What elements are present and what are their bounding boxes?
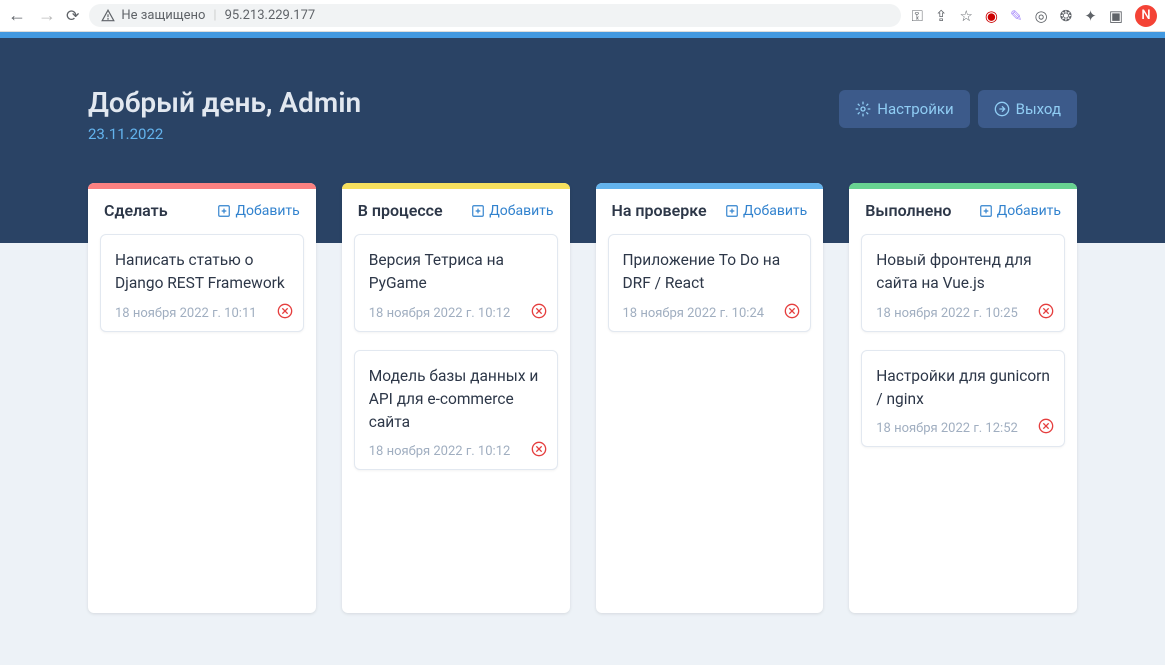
card-date: 18 ноября 2022 г. 12:52 — [876, 421, 1050, 436]
add-label: Добавить — [997, 203, 1061, 219]
profile-avatar[interactable]: N — [1135, 5, 1157, 27]
column-title: Сделать — [104, 201, 168, 220]
card-title: Настройки для gunicorn / nginx — [876, 365, 1050, 412]
nav-controls: ← → — [8, 5, 56, 26]
column-blue: На проверке Добавить Приложение To Do на D… — [596, 183, 824, 613]
back-icon[interactable]: ← — [8, 5, 26, 26]
card-date: 18 ноября 2022 г. 10:25 — [876, 306, 1050, 321]
security-warning: Не защищено — [101, 8, 205, 23]
card-title: Приложение To Do на DRF / React — [623, 249, 797, 296]
browser-chrome: ← → ⟳ Не защищено | 95.213.229.177 ⚿ ⇪ ☆… — [0, 0, 1165, 32]
reload-icon[interactable]: ⟳ — [66, 6, 79, 25]
card-title: Версия Тетриса на PyGame — [369, 249, 543, 296]
header-actions: Настройки Выход — [839, 90, 1077, 128]
add-label: Добавить — [235, 203, 299, 219]
logout-icon — [994, 101, 1010, 117]
add-label: Добавить — [489, 203, 553, 219]
camera-icon[interactable]: ◎ — [1035, 7, 1048, 25]
delete-card-button[interactable] — [1038, 303, 1054, 323]
greeting-block: Добрый день, Admin 23.11.2022 — [88, 86, 361, 143]
current-date: 23.11.2022 — [88, 125, 361, 143]
delete-card-button[interactable] — [1038, 418, 1054, 438]
security-text: Не защищено — [121, 8, 205, 23]
extensions-icon[interactable]: ✦ — [1084, 7, 1097, 25]
card-date: 18 ноября 2022 г. 10:12 — [369, 444, 543, 459]
delete-card-button[interactable] — [531, 303, 547, 323]
task-card[interactable]: Новый фронтенд для сайта на Vue.js 18 ноя… — [861, 234, 1065, 332]
forward-icon[interactable]: → — [38, 5, 56, 26]
column-green: Выполнено Добавить Новый фронтенд для сайт… — [849, 183, 1077, 613]
url-text: 95.213.229.177 — [225, 8, 316, 23]
column-header: На проверке Добавить — [596, 189, 824, 234]
extension-icons: ⚿ ⇪ ☆ ◉ ✎ ◎ ❂ ✦ ▣ N — [911, 5, 1157, 27]
card-title: Модель базы данных и API для e-commerce … — [369, 365, 543, 435]
logout-button[interactable]: Выход — [978, 90, 1077, 128]
gear-icon — [855, 101, 871, 117]
column-yellow: В процессе Добавить Версия Тетриса на PyGa… — [342, 183, 570, 613]
cards-container: Версия Тетриса на PyGame 18 ноября 2022 г… — [342, 234, 570, 482]
delete-card-button[interactable] — [277, 303, 293, 323]
add-label: Добавить — [743, 203, 807, 219]
settings-label: Настройки — [877, 100, 953, 118]
task-card[interactable]: Приложение To Do на DRF / React 18 ноября… — [608, 234, 812, 332]
add-card-button[interactable]: Добавить — [725, 203, 807, 219]
card-title: Написать статью о Django REST Framework — [115, 249, 289, 296]
card-date: 18 ноября 2022 г. 10:12 — [369, 306, 543, 321]
star-icon[interactable]: ☆ — [959, 7, 972, 25]
column-header: Выполнено Добавить — [849, 189, 1077, 234]
column-header: В процессе Добавить — [342, 189, 570, 234]
delete-card-button[interactable] — [531, 441, 547, 461]
card-date: 18 ноября 2022 г. 10:24 — [623, 306, 797, 321]
add-card-button[interactable]: Добавить — [979, 203, 1061, 219]
kanban-board: Сделать Добавить Написать статью о Django … — [0, 183, 1165, 613]
add-card-button[interactable]: Добавить — [217, 203, 299, 219]
card-date: 18 ноября 2022 г. 10:11 — [115, 306, 289, 321]
task-card[interactable]: Версия Тетриса на PyGame 18 ноября 2022 г… — [354, 234, 558, 332]
settings-button[interactable]: Настройки — [839, 90, 969, 128]
logout-label: Выход — [1016, 100, 1061, 118]
warning-icon — [101, 9, 115, 23]
add-card-button[interactable]: Добавить — [471, 203, 553, 219]
column-header: Сделать Добавить — [88, 189, 316, 234]
share-icon[interactable]: ⇪ — [935, 7, 948, 25]
delete-card-button[interactable] — [784, 303, 800, 323]
cards-container: Приложение To Do на DRF / React 18 ноября… — [596, 234, 824, 344]
ublock-icon[interactable]: ◉ — [985, 7, 998, 25]
panel-icon[interactable]: ▣ — [1109, 7, 1123, 25]
column-title: В процессе — [358, 201, 443, 220]
card-title: Новый фронтенд для сайта на Vue.js — [876, 249, 1050, 296]
column-title: На проверке — [612, 201, 707, 220]
column-title: Выполнено — [865, 201, 951, 220]
feather-icon[interactable]: ✎ — [1010, 7, 1023, 25]
column-red: Сделать Добавить Написать статью о Django … — [88, 183, 316, 613]
key-icon[interactable]: ⚿ — [911, 7, 922, 25]
task-card[interactable]: Модель базы данных и API для e-commerce … — [354, 350, 558, 471]
page-title: Добрый день, Admin — [88, 86, 361, 119]
address-separator: | — [213, 8, 216, 23]
cards-container: Новый фронтенд для сайта на Vue.js 18 ноя… — [849, 234, 1077, 459]
address-bar[interactable]: Не защищено | 95.213.229.177 — [89, 4, 901, 27]
task-card[interactable]: Настройки для gunicorn / nginx 18 ноября … — [861, 350, 1065, 448]
task-card[interactable]: Написать статью о Django REST Framework 1… — [100, 234, 304, 332]
puzzle-icon[interactable]: ❂ — [1060, 7, 1073, 25]
cards-container: Написать статью о Django REST Framework 1… — [88, 234, 316, 344]
